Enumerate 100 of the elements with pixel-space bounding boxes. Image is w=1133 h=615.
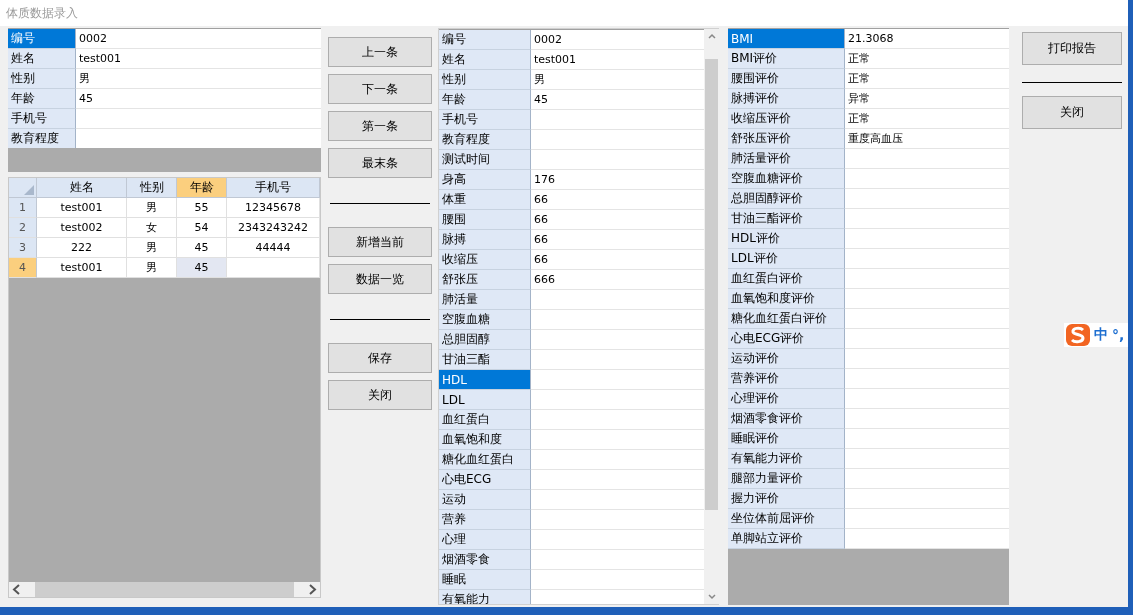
scrollbar-thumb[interactable] — [35, 582, 294, 597]
field-label[interactable]: 心电ECG评价 — [728, 329, 845, 349]
field-value[interactable]: 重度高血压 — [845, 129, 1009, 149]
field-label[interactable]: 血红蛋白评价 — [728, 269, 845, 289]
action-button[interactable]: 最末条 — [328, 148, 432, 178]
field-label[interactable]: 身高 — [439, 170, 531, 190]
column-header[interactable]: 性别 — [127, 178, 177, 198]
scrollbar-thumb[interactable] — [705, 59, 718, 510]
field-label[interactable]: 舒张压 — [439, 270, 531, 290]
ime-mode[interactable]: 中 — [1094, 326, 1108, 344]
field-value[interactable]: 21.3068 — [845, 29, 1009, 49]
field-label[interactable]: 姓名 — [8, 49, 76, 69]
field-label[interactable]: 心电ECG — [439, 470, 531, 490]
table-cell: 女 — [127, 218, 177, 238]
table-cell: 45 — [177, 258, 227, 278]
field-label[interactable]: 腰围评价 — [728, 69, 845, 89]
field-label[interactable]: 编号 — [439, 30, 531, 50]
action-button[interactable]: 上一条 — [328, 37, 432, 67]
table-cell: test001 — [37, 198, 127, 218]
field-label[interactable]: LDL评价 — [728, 249, 845, 269]
s-logo-icon[interactable] — [1066, 324, 1090, 346]
field-value[interactable]: 正常 — [845, 69, 1009, 89]
field-label[interactable]: 肺活量 — [439, 290, 531, 310]
field-label[interactable]: 舒张压评价 — [728, 129, 845, 149]
field-label[interactable]: 年龄 — [439, 90, 531, 110]
field-label[interactable]: 甘油三酯 — [439, 350, 531, 370]
field-label[interactable]: 收缩压 — [439, 250, 531, 270]
field-label[interactable]: 心理评价 — [728, 389, 845, 409]
column-header[interactable]: 姓名 — [37, 178, 127, 198]
field-label[interactable]: 有氧能力 — [439, 590, 531, 604]
field-label[interactable]: 单脚站立评价 — [728, 529, 845, 549]
action-button[interactable]: 数据一览 — [328, 264, 432, 294]
field-label[interactable]: 运动 — [439, 490, 531, 510]
field-label[interactable]: LDL — [439, 390, 531, 410]
row-header[interactable]: 1 — [9, 198, 37, 218]
field-label[interactable]: 营养评价 — [728, 369, 845, 389]
field-label[interactable]: HDL — [439, 370, 531, 390]
field-label[interactable]: 手机号 — [8, 109, 76, 129]
field-label[interactable]: 空腹血糖评价 — [728, 169, 845, 189]
field-label[interactable]: 腿部力量评价 — [728, 469, 845, 489]
field-label[interactable]: 教育程度 — [8, 129, 76, 148]
field-label[interactable]: 性别 — [439, 70, 531, 90]
action-button[interactable]: 保存 — [328, 343, 432, 373]
field-value[interactable]: 45 — [76, 89, 321, 109]
field-label[interactable]: 教育程度 — [439, 130, 531, 150]
field-value[interactable]: 0002 — [76, 29, 321, 49]
field-label[interactable]: 总胆固醇评价 — [728, 189, 845, 209]
action-button[interactable]: 第一条 — [328, 111, 432, 141]
field-value[interactable]: 正常 — [845, 49, 1009, 69]
column-header[interactable]: 手机号 — [227, 178, 320, 198]
field-label[interactable]: 糖化血红蛋白 — [439, 450, 531, 470]
field-label[interactable]: 甘油三酯评价 — [728, 209, 845, 229]
field-label[interactable]: 体重 — [439, 190, 531, 210]
field-label[interactable]: 烟酒零食评价 — [728, 409, 845, 429]
action-button[interactable]: 关闭 — [1022, 96, 1122, 129]
field-label[interactable]: 糖化血红蛋白评价 — [728, 309, 845, 329]
field-label[interactable]: 性别 — [8, 69, 76, 89]
field-label[interactable]: 烟酒零食 — [439, 550, 531, 570]
action-button[interactable]: 新增当前 — [328, 227, 432, 257]
field-label[interactable]: BMI评价 — [728, 49, 845, 69]
action-button[interactable]: 打印报告 — [1022, 32, 1122, 65]
row-header[interactable]: 2 — [9, 218, 37, 238]
field-value[interactable]: 正常 — [845, 109, 1009, 129]
field-label[interactable]: 睡眠 — [439, 570, 531, 590]
field-label[interactable]: 坐位体前屈评价 — [728, 509, 845, 529]
field-label[interactable]: 总胆固醇 — [439, 330, 531, 350]
punctuation-mode[interactable]: °, — [1112, 327, 1125, 343]
row-header[interactable]: 3 — [9, 238, 37, 258]
action-button[interactable]: 关闭 — [328, 380, 432, 410]
field-label[interactable]: 营养 — [439, 510, 531, 530]
field-label[interactable]: 收缩压评价 — [728, 109, 845, 129]
field-label[interactable]: 空腹血糖 — [439, 310, 531, 330]
field-label[interactable]: 血氧饱和度 — [439, 430, 531, 450]
table-cell: 男 — [127, 198, 177, 218]
field-label[interactable]: 心理 — [439, 530, 531, 550]
field-label[interactable]: 脉搏评价 — [728, 89, 845, 109]
action-button[interactable]: 下一条 — [328, 74, 432, 104]
field-label[interactable]: 血红蛋白 — [439, 410, 531, 430]
field-label[interactable]: 手机号 — [439, 110, 531, 130]
field-value[interactable]: test001 — [76, 49, 321, 69]
field-label[interactable]: 姓名 — [439, 50, 531, 70]
field-label[interactable]: BMI — [728, 29, 845, 49]
field-label[interactable]: 测试时间 — [439, 150, 531, 170]
field-label[interactable]: HDL评价 — [728, 229, 845, 249]
field-label[interactable]: 运动评价 — [728, 349, 845, 369]
field-label[interactable]: 握力评价 — [728, 489, 845, 509]
field-value[interactable]: 异常 — [845, 89, 1009, 109]
column-header[interactable]: 年龄 — [177, 178, 227, 198]
field-label[interactable]: 年龄 — [8, 89, 76, 109]
field-value[interactable]: 男 — [76, 69, 321, 89]
row-header[interactable]: 4 — [9, 258, 37, 278]
field-label[interactable]: 编号 — [8, 29, 76, 49]
field-label[interactable]: 肺活量评价 — [728, 149, 845, 169]
field-label[interactable]: 睡眠评价 — [728, 429, 845, 449]
field-label[interactable]: 有氧能力评价 — [728, 449, 845, 469]
field-label[interactable]: 腰围 — [439, 210, 531, 230]
select-all-icon[interactable] — [24, 185, 34, 195]
field-label[interactable]: 脉搏 — [439, 230, 531, 250]
field-label[interactable]: 血氧饱和度评价 — [728, 289, 845, 309]
table-cell: 12345678 — [227, 198, 320, 218]
